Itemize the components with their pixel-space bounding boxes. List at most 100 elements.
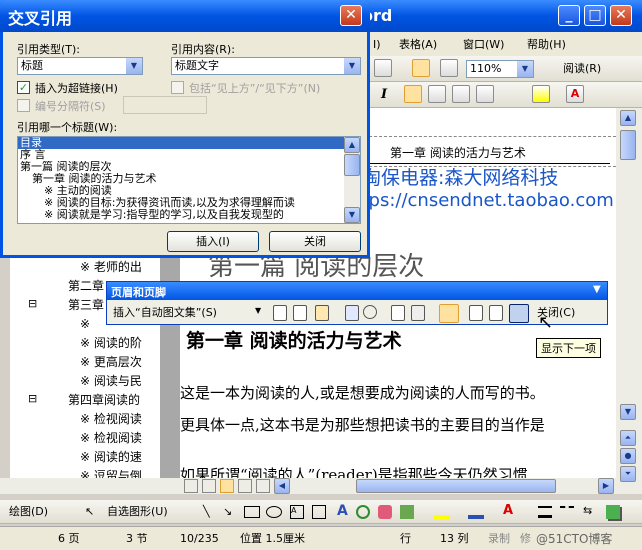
- heading-list-item[interactable]: 序 言: [18, 149, 344, 161]
- dialog-cancel-button[interactable]: 关闭: [269, 231, 361, 252]
- browse-object-icon[interactable]: ●: [620, 448, 636, 464]
- status-record[interactable]: 录制: [488, 530, 510, 548]
- scroll-down-icon[interactable]: ▼: [620, 404, 636, 420]
- heading-list-item[interactable]: ※ 主动的阅读: [18, 185, 344, 197]
- heading-list-item-selected[interactable]: 目录: [18, 137, 344, 149]
- outline-item[interactable]: ※ 检视阅读: [80, 429, 142, 448]
- font-color-draw-icon[interactable]: A: [500, 501, 516, 521]
- clipart-icon[interactable]: [378, 505, 392, 519]
- insert-button[interactable]: 插入(I): [167, 231, 259, 252]
- autotext-dropdown-icon[interactable]: ▼: [255, 306, 261, 315]
- arrow-style-icon[interactable]: ⇆: [580, 501, 595, 521]
- format-painter-icon[interactable]: [440, 59, 458, 77]
- heading-list-item[interactable]: 第一篇 阅读的层次: [18, 161, 344, 173]
- picture-icon[interactable]: [400, 505, 414, 519]
- format-page-number-icon[interactable]: [315, 305, 329, 321]
- normal-view-icon[interactable]: [184, 479, 198, 493]
- line-color-icon[interactable]: [468, 505, 484, 519]
- hf-toolbar-title-bar[interactable]: 页眉和页脚 ▼: [107, 282, 607, 300]
- collapse-toggle-icon[interactable]: ⊟: [28, 297, 37, 310]
- dialog-title-bar[interactable]: 交叉引用 ✕: [0, 0, 370, 32]
- outline-item[interactable]: ※ 阅读的阶: [80, 334, 142, 353]
- scroll-thumb[interactable]: [620, 130, 636, 160]
- diagram-icon[interactable]: [356, 505, 370, 519]
- insert-autotext-button[interactable]: 插入“自动图文集”(S): [113, 304, 217, 320]
- vertical-textbox-icon[interactable]: [312, 505, 326, 519]
- minimize-button[interactable]: _: [558, 5, 580, 26]
- arrow-icon[interactable]: ↘: [220, 502, 235, 522]
- line-icon[interactable]: ╲: [200, 502, 213, 522]
- textbox-icon[interactable]: A: [290, 505, 304, 519]
- switch-header-footer-icon[interactable]: [469, 305, 483, 321]
- same-as-previous-icon[interactable]: [439, 304, 459, 323]
- menu-table[interactable]: 表格(A): [396, 35, 440, 55]
- heading-list-item[interactable]: ※ 阅读的目标:为获得资讯而读,以及为求得理解而读: [18, 197, 344, 209]
- dialog-close-button[interactable]: ✕: [340, 5, 362, 26]
- horizontal-scroll-thumb[interactable]: [356, 479, 556, 493]
- paragraph-1[interactable]: 这是一本为阅读的人,或是想要成为阅读的人而写的书。: [180, 382, 545, 403]
- heading-list-scrollbar[interactable]: ▲ ▼: [344, 137, 360, 223]
- read-button[interactable]: 阅读(R): [560, 59, 604, 79]
- insert-time-icon[interactable]: [363, 305, 377, 319]
- scroll-right-icon[interactable]: ▶: [598, 478, 614, 494]
- redo-icon[interactable]: [374, 59, 392, 77]
- window-close-button[interactable]: ✕: [610, 5, 632, 26]
- fill-color-icon[interactable]: [434, 505, 450, 519]
- ref-content-select[interactable]: 标题文字 ▼: [171, 57, 361, 75]
- font-color-icon[interactable]: A: [566, 85, 584, 103]
- outline-view-icon[interactable]: [238, 479, 252, 493]
- insert-date-icon[interactable]: [345, 305, 359, 321]
- shadow-icon[interactable]: [606, 505, 620, 519]
- heading-list-thumb[interactable]: [344, 154, 360, 176]
- menu-window[interactable]: 窗口(W): [460, 35, 507, 55]
- prev-page-icon[interactable]: ⏶: [620, 430, 636, 446]
- separator-checkbox[interactable]: [17, 99, 30, 112]
- italic-button[interactable]: I: [378, 85, 390, 105]
- highlight-icon[interactable]: [532, 85, 550, 103]
- insert-page-count-icon[interactable]: [293, 305, 307, 321]
- outline-item[interactable]: 第三章: [68, 296, 104, 315]
- draw-menu[interactable]: 绘图(D): [6, 502, 51, 522]
- page-icon[interactable]: [412, 59, 430, 77]
- scroll-down-icon[interactable]: ▼: [344, 207, 360, 223]
- next-page-icon[interactable]: ⏷: [620, 466, 636, 482]
- outline-item[interactable]: 第四章阅读的: [68, 391, 140, 410]
- show-previous-icon[interactable]: [489, 305, 503, 321]
- outline-item[interactable]: ※ 检视阅读: [80, 410, 142, 429]
- print-view-icon[interactable]: [220, 479, 234, 493]
- outline-item[interactable]: ※ 更高层次: [80, 353, 142, 372]
- wordart-icon[interactable]: A: [334, 501, 351, 521]
- dash-style-icon[interactable]: [560, 506, 574, 518]
- hyperlink-checkbox-label[interactable]: 插入为超链接(H): [35, 80, 118, 96]
- outline-item[interactable]: 第二章: [68, 277, 104, 296]
- chapter-title[interactable]: 第一章 阅读的活力与艺术: [186, 326, 402, 353]
- menu-insert[interactable]: I): [370, 35, 384, 55]
- distribute-icon[interactable]: [476, 85, 494, 103]
- justify-icon[interactable]: [452, 85, 470, 103]
- outline-item[interactable]: ※ 老师的出: [80, 258, 142, 277]
- outline-item[interactable]: ※: [80, 315, 90, 334]
- paragraph-2[interactable]: 更具体一点,这本书是为那些想把读书的主要目的当作是: [180, 414, 545, 435]
- show-hide-text-icon[interactable]: [411, 305, 425, 321]
- scroll-left-icon[interactable]: ◀: [274, 478, 290, 494]
- vertical-scrollbar[interactable]: ▲ ▼ ⏶ ● ⏷: [616, 108, 642, 494]
- zoom-combo[interactable]: 110% ▼: [466, 60, 534, 78]
- insert-page-number-icon[interactable]: [273, 305, 287, 321]
- page-setup-icon[interactable]: [391, 305, 405, 321]
- maximize-button[interactable]: □: [584, 5, 606, 26]
- rectangle-icon[interactable]: [244, 506, 260, 518]
- autoshapes-menu[interactable]: 自选图形(U): [104, 502, 171, 522]
- above-below-checkbox[interactable]: [171, 81, 184, 94]
- pointer-icon[interactable]: ↖: [82, 502, 97, 522]
- outline-item[interactable]: ※ 阅读与民: [80, 372, 142, 391]
- web-view-icon[interactable]: [202, 479, 216, 493]
- hyperlink-checkbox[interactable]: ✓: [17, 81, 30, 94]
- header-chapter[interactable]: 第一章 阅读的活力与艺术: [390, 144, 526, 161]
- scroll-up-icon[interactable]: ▲: [344, 137, 360, 153]
- align-center-icon[interactable]: [404, 85, 422, 103]
- ref-type-select[interactable]: 标题 ▼: [17, 57, 143, 75]
- status-revise[interactable]: 修: [520, 530, 531, 548]
- oval-icon[interactable]: [266, 506, 282, 518]
- collapse-toggle-icon[interactable]: ⊟: [28, 392, 37, 405]
- hf-toolbar-menu-icon[interactable]: ▼: [593, 284, 601, 295]
